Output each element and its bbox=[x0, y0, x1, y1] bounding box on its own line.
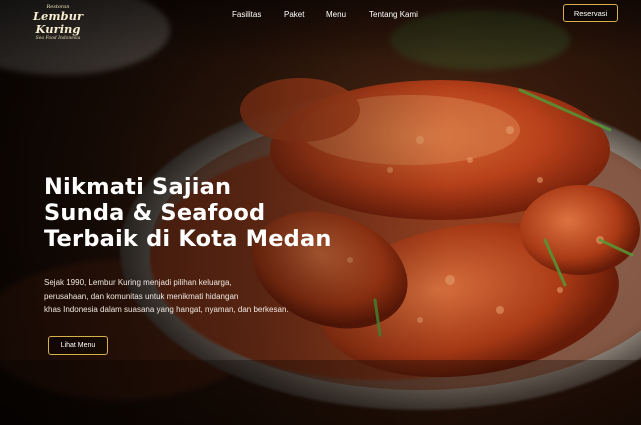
lihat-menu-button[interactable]: Lihat Menu bbox=[48, 336, 108, 355]
nav-link-menu[interactable]: Menu bbox=[326, 10, 346, 19]
description-line: Sejak 1990, Lembur Kuring menjadi piliha… bbox=[44, 278, 232, 287]
description-line: perusahaan, dan komunitas untuk menikmat… bbox=[44, 291, 239, 301]
description-line: khas Indonesia dalam suasana yang hangat… bbox=[44, 305, 289, 314]
headline-line: Terbaik di Kota Medan bbox=[44, 226, 332, 252]
nav-link-tentang-kami[interactable]: Tentang Kami bbox=[369, 10, 418, 19]
nav-link-paket[interactable]: Paket bbox=[284, 10, 304, 19]
headline-line: Nikmati Sajian bbox=[44, 174, 232, 200]
reservasi-button[interactable]: Reservasi bbox=[563, 4, 618, 22]
headline-line: Sunda & Seafood bbox=[44, 200, 266, 226]
logo-tagline: Sea Food Indonesia bbox=[35, 36, 81, 41]
navbar-overlay bbox=[0, 0, 641, 60]
hero-description: Sejak 1990, Lembur Kuring menjadi piliha… bbox=[44, 276, 364, 317]
nav-link-fasilitas[interactable]: Fasilitas bbox=[232, 10, 261, 19]
main-nav: Fasilitas Paket Menu Tentang Kami bbox=[0, 10, 641, 20]
hero-headline: Nikmati Sajian Sunda & Seafood Terbaik d… bbox=[44, 174, 332, 252]
